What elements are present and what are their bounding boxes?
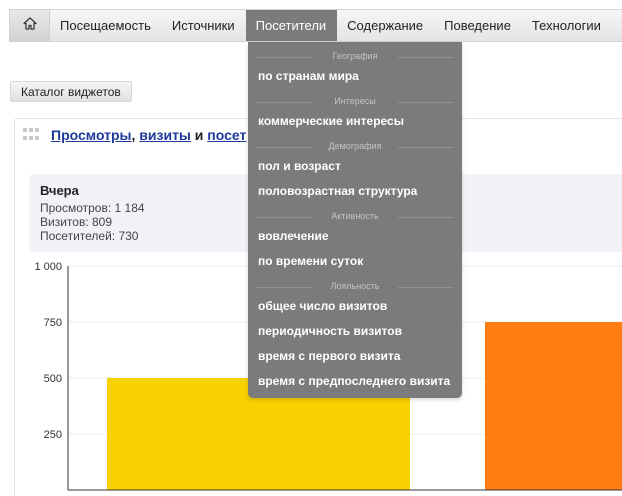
menu-item[interactable]: половозрастная структура [258, 183, 417, 199]
menu-section-header: Лояльность [248, 280, 462, 293]
nav-item-traffic[interactable]: Посещаемость [50, 10, 162, 41]
y-tick-label: 250 [44, 429, 62, 441]
widget-header: Просмотры , визиты и посет [23, 127, 246, 143]
home-icon [22, 16, 37, 35]
nav-item-content[interactable]: Содержание [337, 10, 434, 41]
nav-item-sources[interactable]: Источники [162, 10, 246, 41]
nav-item-behavior[interactable]: Поведение [434, 10, 522, 41]
menu-item[interactable]: время с предпоследнего визита [258, 373, 450, 389]
menu-item[interactable]: периодичность визитов [258, 323, 402, 339]
bar[interactable] [485, 322, 622, 490]
menu-section-header: Активность [248, 210, 462, 223]
title-separator: , [131, 127, 140, 143]
nav-item-visitors[interactable]: Посетители [245, 10, 338, 41]
menu-section-header: Демография [248, 140, 462, 153]
y-tick-label: 500 [44, 373, 62, 385]
y-tick-label: 1 000 [34, 261, 62, 273]
menu-item[interactable]: время с первого визита [258, 348, 400, 364]
menu-section-header: Интересы [248, 95, 462, 108]
menu-item[interactable]: вовлечение [258, 228, 329, 244]
visits-link[interactable]: визиты [139, 127, 191, 143]
top-nav: Посещаемость Источники Посетители Содерж… [9, 9, 622, 42]
menu-item[interactable]: общее число визитов [258, 298, 387, 314]
visitors-dropdown-menu: География по странам мира Интересы коммерче… [248, 42, 462, 398]
menu-item[interactable]: коммерческие интересы [258, 113, 404, 129]
menu-item[interactable]: по времени суток [258, 253, 363, 269]
menu-section-header: География [248, 50, 462, 63]
nav-home-button[interactable] [10, 10, 50, 41]
views-link[interactable]: Просмотры [51, 127, 132, 143]
menu-item[interactable]: по странам мира [258, 68, 359, 84]
menu-item[interactable]: пол и возраст [258, 158, 341, 174]
drag-handle-icon[interactable] [23, 128, 39, 142]
y-tick-label: 750 [44, 317, 62, 329]
visitors-link[interactable]: посет [207, 127, 246, 143]
widget-catalog-button[interactable]: Каталог виджетов [10, 81, 132, 102]
nav-item-technology[interactable]: Технологии [522, 10, 612, 41]
title-conjunction: и [190, 127, 208, 143]
